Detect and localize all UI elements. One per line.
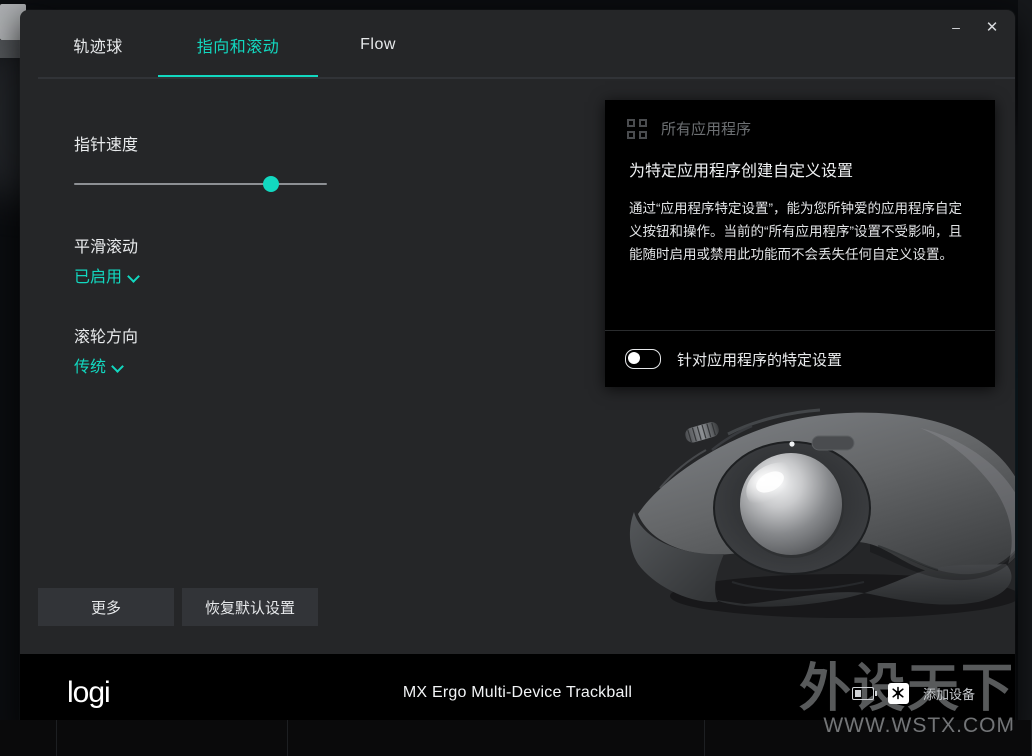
app-specific-settings-popup: 所有应用程序 为特定应用程序创建自定义设置 通过“应用程序特定设置”，能为您所钟… [605,100,995,387]
toggle-label: 针对应用程序的特定设置 [677,351,843,369]
smooth-scroll-value: 已启用 [74,269,123,286]
action-buttons: 更多 恢复默认设置 [38,588,318,626]
popup-body: 为特定应用程序创建自定义设置 通过“应用程序特定设置”，能为您所钟爱的应用程序自… [605,139,995,330]
close-button[interactable]: ✕ [975,14,1009,40]
os-taskbar [0,720,1032,756]
toggle-knob [628,352,640,364]
desktop-right-edge [1018,0,1032,756]
taskbar-cell[interactable] [705,720,1032,756]
settings-panel: 指针速度 平滑滚动 已启用 滚轮方向 传统 [74,131,404,413]
desktop-background: – ✕ 轨迹球 指向和滚动 Flow 指针速度 平滑滚动 已启用 滚轮方向 传统… [0,0,1032,756]
desktop-icon-chip-secondary [0,40,20,58]
main-content: 指针速度 平滑滚动 已启用 滚轮方向 传统 更多 恢复默认设置 所有应用程序 为… [20,79,1015,654]
taskbar-cell[interactable] [288,720,705,756]
trackball-product-image [620,404,1015,654]
chevron-down-icon [129,272,140,279]
more-button[interactable]: 更多 [38,588,174,626]
battery-icon[interactable] [851,686,877,700]
slider-track [74,183,327,185]
popup-header-label: 所有应用程序 [661,121,752,138]
pointer-speed-slider[interactable] [74,175,327,193]
add-device-button[interactable]: 添加设备 [923,684,975,703]
tab-trackball[interactable]: 轨迹球 [38,10,158,79]
window-titlebar: – ✕ [849,10,1015,44]
battery-fill [854,689,861,697]
popup-description: 通过“应用程序特定设置”，能为您所钟爱的应用程序自定义按钮和操作。当前的“所有应… [629,201,962,263]
popup-title: 为特定应用程序创建自定义设置 [629,163,854,180]
pointer-speed-group: 指针速度 [74,131,404,193]
app-specific-settings-toggle[interactable] [625,349,661,369]
footer-right-cluster: 添加设备 [851,682,975,704]
smooth-scroll-label: 平滑滚动 [74,239,139,256]
scroll-direction-group: 滚轮方向 传统 [74,323,404,377]
logitech-options-window: – ✕ 轨迹球 指向和滚动 Flow 指针速度 平滑滚动 已启用 滚轮方向 传统… [20,10,1015,732]
popup-footer: 针对应用程序的特定设置 [605,330,995,387]
slider-thumb[interactable] [263,176,280,192]
pointer-speed-label: 指针速度 [74,137,139,154]
scroll-direction-dropdown[interactable]: 传统 [74,353,124,377]
tab-flow[interactable]: Flow [318,10,438,79]
scroll-direction-label: 滚轮方向 [74,329,139,346]
scroll-direction-value: 传统 [74,359,107,376]
taskbar-cell[interactable] [0,720,57,756]
chevron-down-icon [113,362,124,369]
minimize-button[interactable]: – [939,14,973,40]
taskbar-cell[interactable] [57,720,288,756]
smooth-scroll-group: 平滑滚动 已启用 [74,233,404,287]
smooth-scroll-dropdown[interactable]: 已启用 [74,263,140,287]
grid-apps-icon [627,118,647,139]
popup-header: 所有应用程序 [605,100,995,139]
restore-defaults-button[interactable]: 恢复默认设置 [182,588,318,626]
unifying-receiver-icon[interactable] [887,682,909,704]
tab-point-and-scroll[interactable]: 指向和滚动 [158,10,318,79]
